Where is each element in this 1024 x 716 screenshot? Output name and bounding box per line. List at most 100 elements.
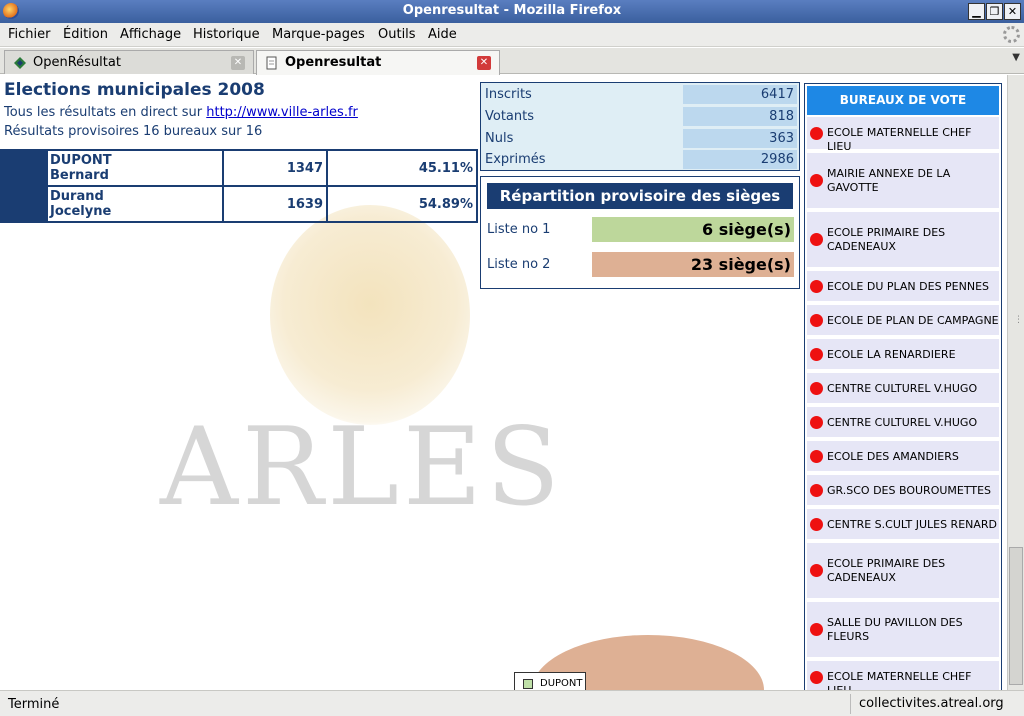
page-title: Elections municipales 2008 (4, 80, 265, 100)
tab-openresultat-2[interactable]: Openresultat ✕ (256, 50, 500, 75)
legend-label: DUPONT (540, 678, 583, 689)
minimize-button[interactable]: ▁ (968, 3, 985, 20)
provisional-results-text: Résultats provisoires 16 bureaux sur 16 (4, 124, 263, 139)
stat-label: Votants (485, 109, 535, 124)
status-domain: collectivites.atreal.org (850, 694, 1004, 714)
list-item[interactable]: ECOLE PRIMAIRE DES CADENEAUX (807, 543, 999, 600)
stat-value: 2986 (683, 150, 797, 169)
list-item[interactable]: ECOLE MATERNELLE CHEF LIEU (807, 661, 999, 690)
tab-label: Openresultat (285, 55, 382, 70)
stat-value: 818 (683, 107, 797, 126)
arles-link[interactable]: http://www.ville-arles.fr (206, 105, 358, 120)
list-item[interactable]: ECOLE MATERNELLE CHEF LIEU (807, 117, 999, 153)
tab-close-icon[interactable]: ✕ (231, 56, 245, 70)
live-results-line: Tous les résultats en direct sur http://… (4, 105, 358, 120)
throbber-icon (1003, 26, 1020, 43)
list-item[interactable]: ECOLE PRIMAIRE DES CADENEAUX (807, 212, 999, 269)
seats-title: Répartition provisoire des sièges (487, 183, 793, 209)
menu-historique[interactable]: Historique (193, 27, 260, 42)
menu-outils[interactable]: Outils (378, 27, 416, 42)
list-item[interactable]: ECOLE LA RENARDIERE (807, 339, 999, 371)
list-item[interactable]: CENTRE S.CULT JULES RENARD (807, 509, 999, 541)
seat-row-liste-2: Liste no 2 23 siège(s) (481, 252, 799, 278)
candidate-color-swatch (0, 149, 48, 187)
status-dot-icon (810, 450, 823, 463)
window-titlebar: Openresultat - Mozilla Firefox ▁ ❐ ✕ (0, 0, 1024, 23)
scrollbar-grip-icon: ⋮ (1014, 315, 1023, 325)
stats-panel: Inscrits 6417 Votants 818 Nuls 363 Expri… (480, 82, 800, 171)
stat-label: Nuls (485, 131, 514, 146)
stat-row-votants: Votants 818 (481, 106, 799, 127)
status-dot-icon (810, 280, 823, 293)
bureaux-panel: BUREAUX DE VOTE ECOLE MATERNELLE CHEF LI… (804, 83, 1002, 690)
status-dot-icon (810, 623, 823, 636)
candidates-table: DUPONT Bernard 1347 45.11% Durand Jocelyne… (0, 149, 478, 223)
menu-affichage[interactable]: Affichage (120, 27, 181, 42)
page-icon (266, 56, 277, 70)
scrollbar-thumb[interactable] (1009, 547, 1023, 685)
maximize-button[interactable]: ❐ (986, 3, 1003, 20)
tab-list-arrow-icon[interactable]: ▼ (1012, 52, 1020, 63)
menu-marque-pages[interactable]: Marque-pages (272, 27, 365, 42)
seat-label: Liste no 1 (487, 222, 551, 237)
tab-label: OpenRésultat (33, 55, 121, 70)
list-item[interactable]: CENTRE CULTUREL V.HUGO (807, 407, 999, 439)
tab-bar: OpenRésultat ✕ Openresultat ✕ ▼ (0, 48, 1024, 75)
status-bar: Terminé collectivites.atreal.org (0, 690, 1024, 716)
stat-value: 363 (683, 129, 797, 148)
status-dot-icon (810, 671, 823, 684)
status-text: Terminé (8, 697, 60, 712)
tab-close-icon[interactable]: ✕ (477, 56, 491, 70)
candidate-votes: 1639 (222, 185, 328, 223)
menu-edition[interactable]: Édition (63, 27, 108, 42)
vertical-scrollbar[interactable]: ⋮ (1007, 75, 1024, 690)
tab-openresultat-1[interactable]: OpenRésultat ✕ (4, 50, 254, 74)
seat-row-liste-1: Liste no 1 6 siège(s) (481, 217, 799, 243)
table-row: Durand Jocelyne 1639 54.89% (0, 185, 478, 223)
list-item[interactable]: CENTRE CULTUREL V.HUGO (807, 373, 999, 405)
stat-row-inscrits: Inscrits 6417 (481, 84, 799, 105)
status-dot-icon (810, 233, 823, 246)
list-item[interactable]: ECOLE DES AMANDIERS (807, 441, 999, 473)
list-item[interactable]: MAIRIE ANNEXE DE LA GAVOTTE (807, 153, 999, 210)
stat-label: Inscrits (485, 87, 532, 102)
candidate-name: DUPONT Bernard (46, 149, 224, 187)
status-dot-icon (810, 382, 823, 395)
status-dot-icon (810, 127, 823, 140)
candidate-percent: 45.11% (326, 149, 478, 187)
candidate-color-swatch (0, 185, 48, 223)
seats-panel: Répartition provisoire des sièges Liste … (480, 176, 800, 289)
stat-label: Exprimés (485, 152, 546, 167)
status-dot-icon (810, 416, 823, 429)
watermark-text: ARLES (160, 405, 564, 530)
seat-label: Liste no 2 (487, 257, 551, 272)
candidate-votes: 1347 (222, 149, 328, 187)
menu-aide[interactable]: Aide (428, 27, 457, 42)
stat-row-nuls: Nuls 363 (481, 128, 799, 149)
window-title: Openresultat - Mozilla Firefox (402, 3, 622, 18)
legend-swatch (523, 679, 533, 689)
lion-emblem-icon (270, 205, 470, 425)
status-dot-icon (810, 314, 823, 327)
list-item[interactable]: GR.SCO DES BOUROUMETTES (807, 475, 999, 507)
stat-value: 6417 (683, 85, 797, 104)
status-dot-icon (810, 564, 823, 577)
seat-value: 6 siège(s) (592, 217, 794, 242)
page-content: ARLES Elections municipales 2008 Tous le… (0, 75, 1007, 690)
close-window-button[interactable]: ✕ (1004, 3, 1021, 20)
openresultat-favicon-icon (14, 57, 26, 69)
list-item[interactable]: SALLE DU PAVILLON DES FLEURS (807, 602, 999, 659)
candidate-name: Durand Jocelyne (46, 185, 224, 223)
status-dot-icon (810, 484, 823, 497)
list-item[interactable]: ECOLE DU PLAN DES PENNES (807, 271, 999, 303)
menu-fichier[interactable]: Fichier (8, 27, 51, 42)
live-results-prefix: Tous les résultats en direct sur (4, 105, 207, 120)
pie-legend: DUPONT (514, 672, 586, 690)
table-row: DUPONT Bernard 1347 45.11% (0, 149, 478, 187)
candidate-percent: 54.89% (326, 185, 478, 223)
status-dot-icon (810, 174, 823, 187)
stat-row-exprimes: Exprimés 2986 (481, 149, 799, 170)
menu-bar: Fichier Édition Affichage Historique Mar… (0, 23, 1024, 47)
list-item[interactable]: ECOLE DE PLAN DE CAMPAGNE (807, 305, 999, 337)
seat-value: 23 siège(s) (592, 252, 794, 277)
